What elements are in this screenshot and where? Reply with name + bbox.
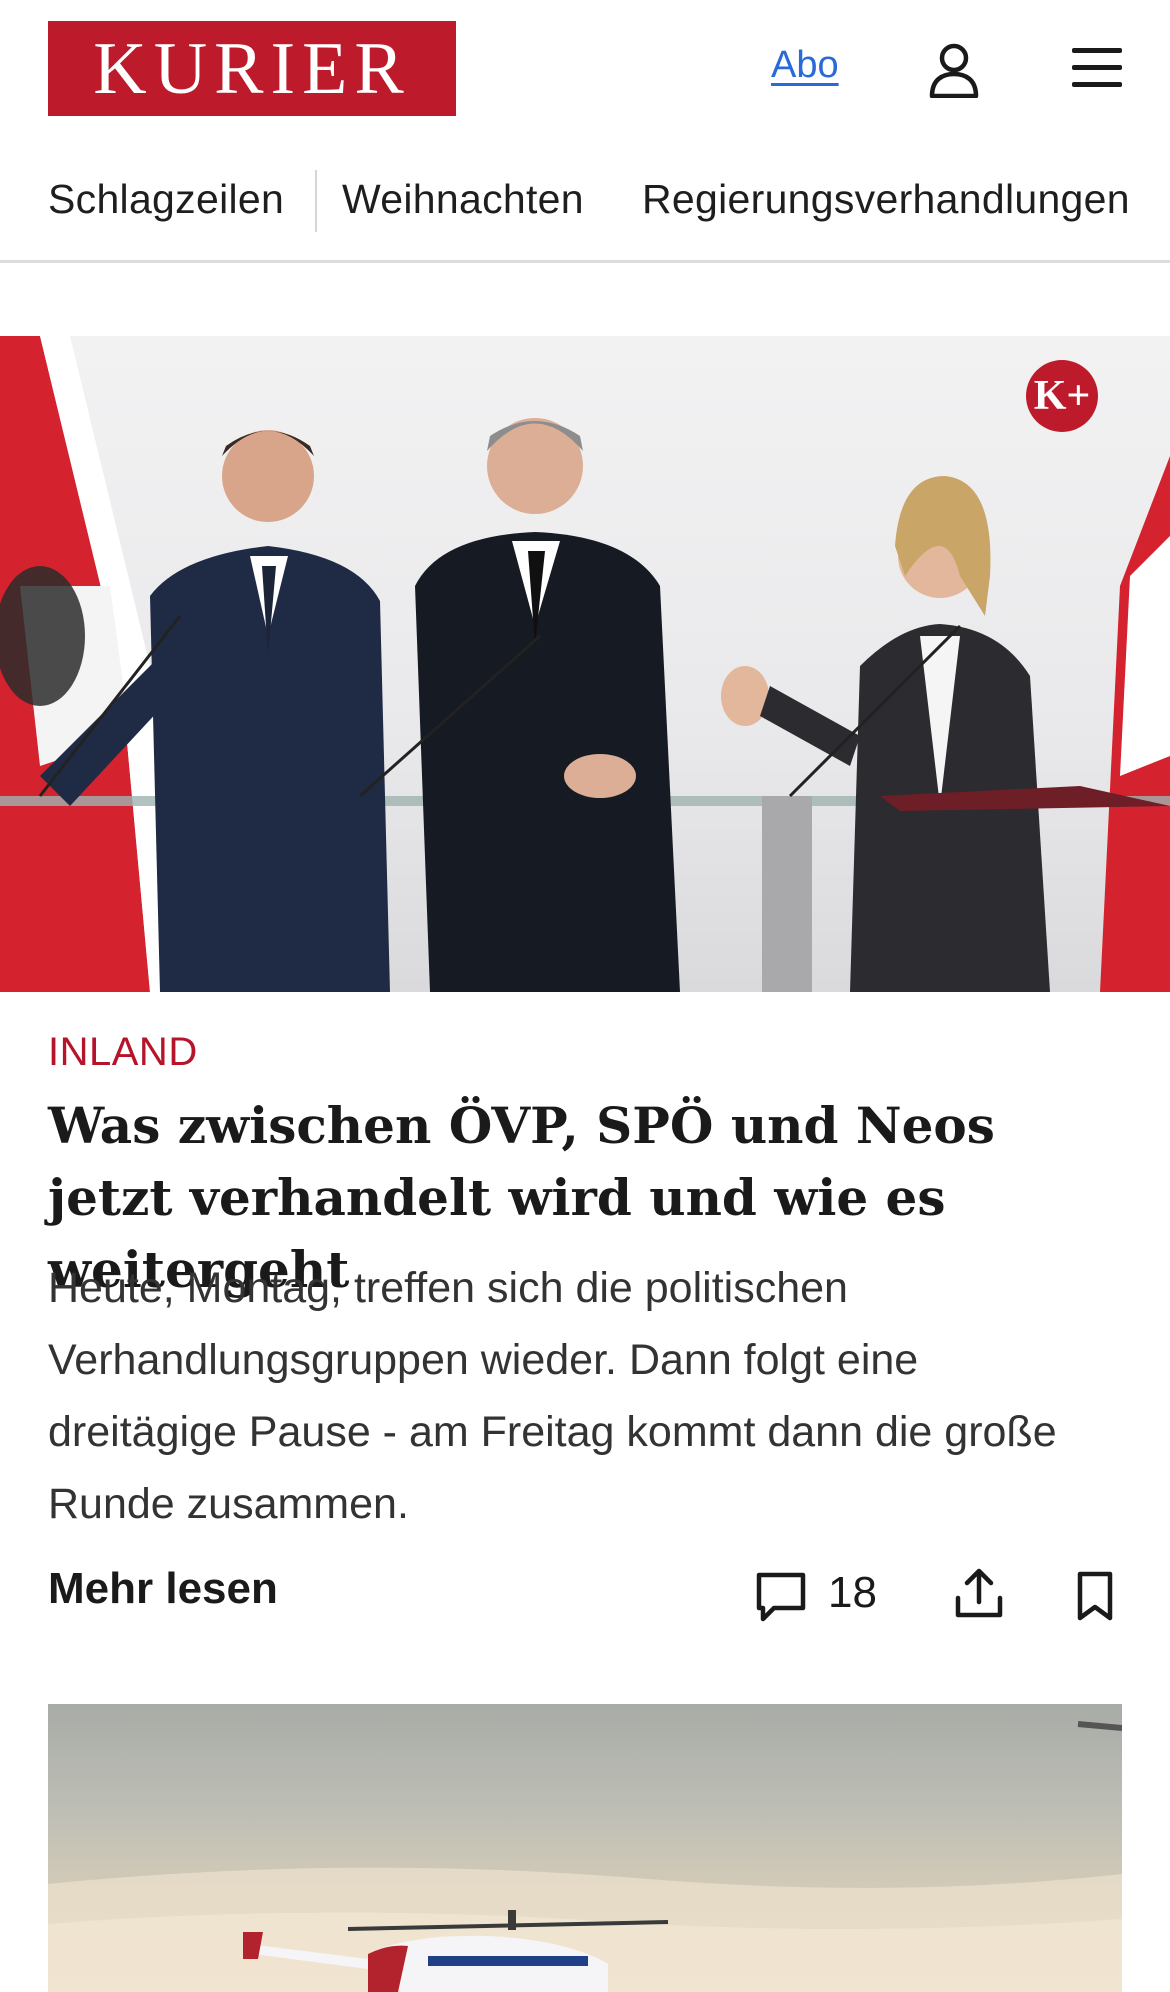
comment-count[interactable]: 18 [828,1568,877,1618]
nav-item-weihnachten[interactable]: Weihnachten [342,176,584,223]
user-icon[interactable] [928,42,980,98]
nav-item-regierungsverhandlungen[interactable]: Regierungsverhandlungen [642,176,1130,223]
section-nav: Schlagzeilen Weihnachten Regierungsverha… [0,168,1170,263]
article-teaser[interactable]: Heute, Montag, treffen sich die politisc… [48,1252,1108,1540]
article-hero-image[interactable] [0,336,1170,992]
article-category[interactable]: INLAND [48,1030,198,1075]
logo-text: KURIER [93,27,411,110]
abo-link[interactable]: Abo [771,44,839,87]
read-more-link[interactable]: Mehr lesen [48,1564,278,1614]
bookmark-icon[interactable] [1074,1570,1116,1622]
comment-icon[interactable] [754,1570,808,1624]
second-article-image[interactable] [48,1704,1122,1992]
press-conference-photo [0,336,1170,992]
nav-divider [315,170,317,232]
premium-badge: K+ [1026,360,1098,432]
premium-badge-label: K+ [1033,373,1091,419]
site-header: KURIER Abo [0,0,1170,140]
kurier-logo[interactable]: KURIER [48,21,456,116]
share-icon[interactable] [954,1566,1004,1620]
nav-item-schlagzeilen[interactable]: Schlagzeilen [48,176,284,223]
police-helicopter-photo [48,1721,1122,1992]
hamburger-menu-icon[interactable] [1070,44,1124,92]
